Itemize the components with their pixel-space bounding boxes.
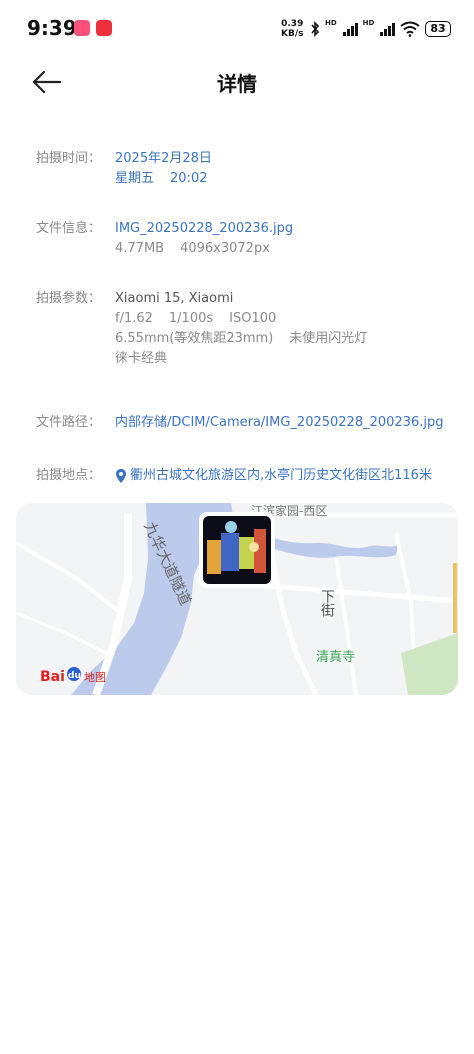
sim2-signal-icon: [380, 22, 396, 36]
location-link[interactable]: 衢州古城文化旅游区内,水亭门历史文化街区北116米: [115, 466, 432, 486]
location-value: 衢州古城文化旅游区内,水亭门历史文化街区北116米: [130, 468, 432, 483]
file-path-value[interactable]: 内部存储/DCIM/Camera/IMG_20250228_200236.jpg: [115, 413, 443, 433]
time-label: 拍摄时间：: [36, 151, 102, 166]
photo-thumbnail-marker[interactable]: [199, 512, 275, 588]
map-edge-marker: [453, 563, 457, 633]
clock-value: 20:02: [170, 171, 208, 186]
baidu-logo-du: du: [68, 671, 81, 681]
sim1-hd-label: HD: [325, 19, 337, 27]
lens-values: 6.55mm(等效焦距23mm) 未使用闪光灯: [115, 329, 367, 349]
battery-indicator: 83: [425, 21, 451, 37]
page-title: 详情: [217, 72, 257, 96]
file-name-value[interactable]: IMG_20250228_200236.jpg: [115, 219, 293, 239]
bluetooth-icon: [311, 21, 320, 37]
params-label: 拍摄参数：: [36, 291, 102, 306]
weekday-value: 星期五: [115, 171, 155, 186]
network-speed-value: 0.39: [281, 19, 304, 29]
weekday-time-value: 星期五 20:02: [115, 169, 212, 189]
status-bar: 9:39 0.39 KB/s HD HD 83: [0, 0, 474, 56]
title-bar: 详情: [0, 56, 474, 108]
style-value: 徕卡经典: [115, 351, 168, 366]
shutter-value: 1/100s: [168, 311, 214, 326]
location-label: 拍摄地点：: [36, 468, 102, 483]
network-speed-unit: KB/s: [281, 29, 304, 39]
notification-app-icon-2: [96, 20, 112, 36]
path-label: 文件路径：: [36, 415, 102, 430]
status-icons: HD HD 83: [310, 19, 451, 39]
location-map[interactable]: 九华大道隧道 江滨家园-西区 下街 清真寺 Bai du 地图: [16, 503, 458, 695]
baidu-logo-map: 地图: [84, 671, 106, 684]
wifi-icon: [400, 21, 420, 37]
file-size-resolution: 4.77MB 4096x3072px: [115, 239, 293, 259]
focal-value: 6.55mm(等效焦距23mm): [115, 331, 274, 346]
sim1-signal-icon: [342, 22, 358, 36]
exposure-values: f/1.62 1/100s ISO100: [115, 309, 367, 329]
map-label-street: 下街: [319, 589, 335, 617]
flash-value: 未使用闪光灯: [289, 331, 368, 346]
aperture-value: f/1.62: [115, 311, 153, 326]
location-pin-icon: [116, 469, 126, 483]
sim2-hd-label: HD: [362, 19, 375, 27]
date-value: 2025年2月28日: [115, 151, 212, 166]
network-speed: 0.39 KB/s: [281, 19, 303, 39]
file-label: 文件信息：: [36, 221, 102, 236]
map-label-temple: 清真寺: [316, 650, 355, 665]
camera-model-value: Xiaomi 15, Xiaomi: [115, 291, 234, 306]
resolution-value: 4096x3072px: [180, 241, 270, 256]
baidu-logo-bai: Bai: [40, 669, 65, 685]
file-size-value: 4.77MB: [115, 241, 165, 256]
map-canvas: 九华大道隧道 江滨家园-西区 下街 清真寺 Bai du 地图: [16, 503, 458, 695]
notification-app-icon: [74, 20, 90, 36]
status-time: 9:39: [27, 16, 77, 40]
iso-value: ISO100: [229, 311, 277, 326]
